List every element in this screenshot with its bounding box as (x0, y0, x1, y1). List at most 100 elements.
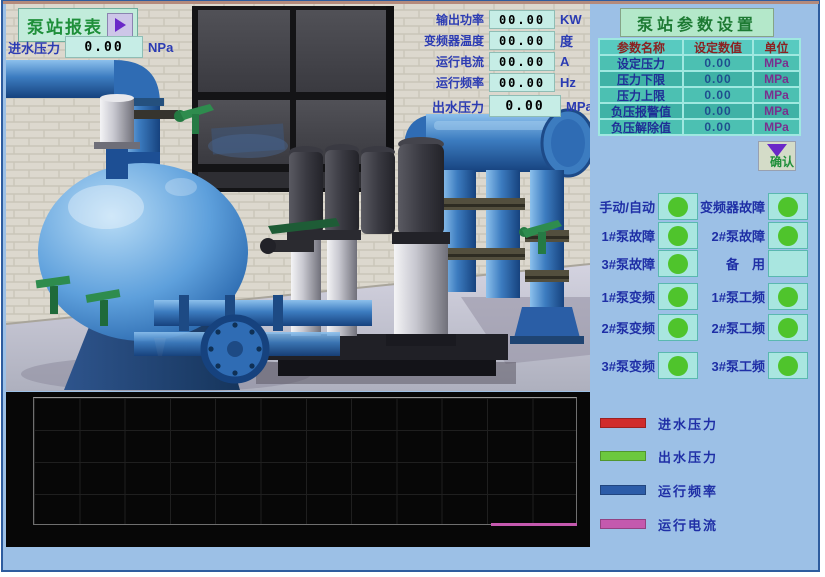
run-current-label: 运行电流 (420, 53, 484, 70)
lamp-pump1-fault (658, 222, 698, 249)
param-name: 设定压力 (599, 55, 683, 71)
lamp-pump2-fault (768, 222, 808, 249)
inverter-temp-value: 00.00 (489, 31, 555, 50)
status-row: 1#泵故障 2#泵故障 (595, 222, 810, 248)
status-lamp-icon (778, 254, 798, 274)
param-value-input[interactable]: 0.00 (683, 55, 753, 71)
params-panel-title: 泵站参数设置 (620, 8, 774, 37)
lamp-auto-manual (658, 193, 698, 220)
readout-row: 输出功率 00.00 KW (420, 10, 582, 29)
readout-row: 运行频率 00.00 Hz (420, 73, 582, 92)
legend-item: 运行频率 (595, 481, 810, 501)
legend-label-frequency: 运行频率 (658, 481, 718, 500)
status-lamp-icon (668, 287, 688, 307)
status-label-pump3-fault: 3#泵故障 (595, 254, 655, 273)
legend-label-current: 运行电流 (658, 515, 718, 534)
param-name: 负压报警值 (599, 103, 683, 119)
param-value-input[interactable]: 0.00 (683, 119, 753, 135)
status-row: 2#泵变频 2#泵工频 (595, 314, 810, 340)
status-label-auto-manual: 手动/自动 (595, 197, 655, 216)
param-value-input[interactable]: 0.00 (683, 71, 753, 87)
confirm-button[interactable]: 确认 (758, 141, 796, 171)
outlet-pressure-value: 0.00 (489, 95, 561, 117)
status-row: 手动/自动 变频器故障 (595, 193, 810, 219)
trend-current-trace (491, 523, 577, 526)
trend-chart (6, 392, 590, 547)
play-icon (107, 13, 133, 37)
param-unit: MPa (753, 103, 800, 119)
legend-item: 出水压力 (595, 447, 810, 467)
param-name: 负压解除值 (599, 119, 683, 135)
legend-label-outlet: 出水压力 (658, 447, 718, 466)
readout-group: 输出功率 00.00 KW 变频器温度 00.00 度 运行电流 00.00 A… (420, 10, 582, 92)
run-frequency-unit: Hz (560, 75, 576, 90)
run-current-value: 00.00 (489, 52, 555, 71)
readout-row: 运行电流 00.00 A (420, 52, 582, 71)
output-power-label: 输出功率 (420, 11, 484, 28)
status-label-pump1-fault: 1#泵故障 (595, 226, 655, 245)
legend-swatch-current (600, 519, 646, 529)
inlet-pressure-value: 0.00 (65, 36, 143, 58)
status-label-pump1-vfd: 1#泵变频 (595, 287, 655, 306)
status-label-inverter-fault: 变频器故障 (695, 197, 765, 216)
lamp-spare (768, 250, 808, 277)
status-lamp-icon (778, 226, 798, 246)
col-header-unit: 单位 (753, 39, 800, 55)
status-row: 3#泵变频 3#泵工频 (595, 352, 810, 378)
legend-swatch-inlet (600, 418, 646, 428)
inlet-pressure-unit: NPa (148, 40, 173, 55)
outlet-pressure-unit: MPa (566, 99, 590, 114)
lamp-pump3-mains (768, 352, 808, 379)
run-frequency-label: 运行频率 (420, 74, 484, 91)
lamp-pump2-mains (768, 314, 808, 341)
legend-label-inlet: 进水压力 (658, 414, 718, 433)
legend-item: 进水压力 (595, 414, 810, 434)
run-current-unit: A (560, 54, 569, 69)
status-label-pump2-mains: 2#泵工频 (695, 318, 765, 337)
status-lamp-icon (668, 254, 688, 274)
lamp-pump2-vfd (658, 314, 698, 341)
param-unit: MPa (753, 71, 800, 87)
output-power-value: 00.00 (489, 10, 555, 29)
status-lamp-icon (778, 197, 798, 217)
status-label-pump2-fault: 2#泵故障 (695, 226, 765, 245)
param-value-input[interactable]: 0.00 (683, 87, 753, 103)
hmi-pump-station-screen: 泵站报表 进水压力 0.00 NPa 输出功率 00.00 KW 变频器温度 0… (0, 0, 825, 577)
trend-chart-plot (33, 397, 577, 525)
legend-item: 运行电流 (595, 515, 810, 535)
status-label-spare: 备 用 (695, 254, 765, 273)
lamp-pump3-fault (658, 250, 698, 277)
param-value-input[interactable]: 0.00 (683, 103, 753, 119)
status-lamp-icon (668, 226, 688, 246)
param-name: 压力下限 (599, 71, 683, 87)
status-row: 1#泵变频 1#泵工频 (595, 283, 810, 309)
status-lamp-icon (778, 287, 798, 307)
status-label-pump2-vfd: 2#泵变频 (595, 318, 655, 337)
param-unit: MPa (753, 119, 800, 135)
lamp-pump1-mains (768, 283, 808, 310)
legend-swatch-outlet (600, 451, 646, 461)
col-header-name: 参数名称 (599, 39, 683, 55)
run-frequency-value: 00.00 (489, 73, 555, 92)
legend-swatch-frequency (600, 485, 646, 495)
output-power-unit: KW (560, 12, 582, 27)
inverter-temp-label: 变频器温度 (420, 32, 484, 49)
status-lamp-icon (778, 356, 798, 376)
status-row: 3#泵故障 备 用 (595, 250, 810, 276)
status-label-pump1-mains: 1#泵工频 (695, 287, 765, 306)
params-table: 参数名称 设定数值 单位 设定压力 0.00 MPa 压力下限 0.00 MPa… (598, 38, 801, 136)
scene-area: 泵站报表 进水压力 0.00 NPa 输出功率 00.00 KW 变频器温度 0… (6, 2, 590, 391)
readout-row: 变频器温度 00.00 度 (420, 31, 582, 50)
status-lamp-icon (668, 356, 688, 376)
param-unit: MPa (753, 87, 800, 103)
param-name: 压力上限 (599, 87, 683, 103)
pump-report-label: 泵站报表 (27, 13, 103, 38)
status-label-pump3-vfd: 3#泵变频 (595, 356, 655, 375)
col-header-setvalue: 设定数值 (683, 39, 753, 55)
params-panel: 泵站参数设置 参数名称 设定数值 单位 设定压力 0.00 MPa 压力下限 0… (595, 0, 813, 572)
outlet-pressure-field: 出水压力 0.00 MPa (420, 95, 590, 117)
inverter-temp-unit: 度 (560, 31, 573, 50)
lamp-inverter-fault (768, 193, 808, 220)
status-lamp-icon (668, 197, 688, 217)
inlet-pressure-field: 进水压力 0.00 NPa (8, 36, 173, 58)
